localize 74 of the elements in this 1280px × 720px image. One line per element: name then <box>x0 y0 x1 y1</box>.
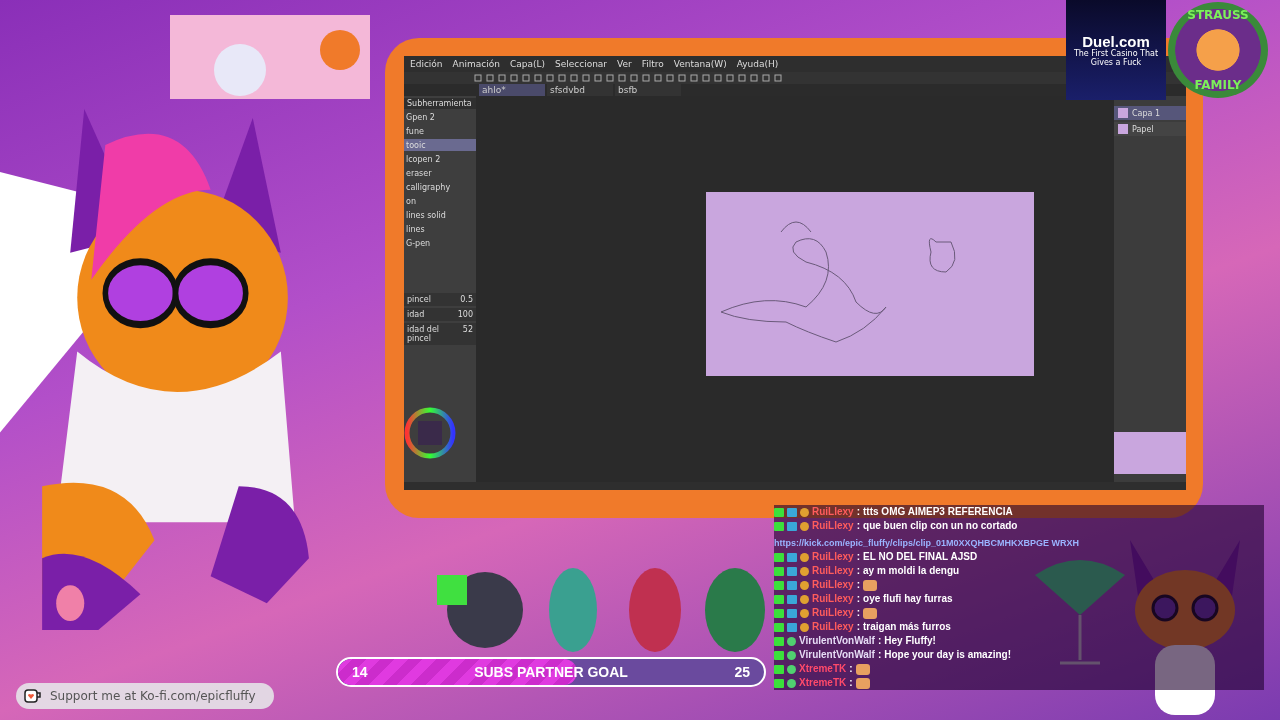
brush-item[interactable]: lines <box>404 223 476 235</box>
chat-username[interactable]: RuiLlexy <box>812 578 854 592</box>
emote-icon <box>855 663 870 675</box>
chat-username[interactable]: XtremeTK <box>799 662 847 676</box>
chat-separator: : <box>856 592 861 606</box>
chat-separator: : <box>856 620 861 634</box>
brush-item[interactable]: fune <box>404 125 476 137</box>
emote-icon <box>855 677 870 689</box>
chat-username[interactable]: XtremeTK <box>799 676 847 690</box>
emblem-text: FAMILY <box>1194 78 1242 92</box>
brush-item[interactable]: lines solid <box>404 209 476 221</box>
chat-username[interactable]: RuiLlexy <box>812 519 854 533</box>
cup-icon <box>24 688 42 704</box>
chat-separator: : <box>849 662 853 676</box>
brush-item[interactable]: on <box>404 195 476 207</box>
chat-username[interactable]: RuiLlexy <box>812 564 854 578</box>
chat-separator: : <box>877 634 882 648</box>
chat-message: Hey Fluffy! <box>884 634 936 648</box>
chat-separator: : <box>856 519 861 533</box>
goal-target: 25 <box>734 664 750 680</box>
chat-username[interactable]: VirulentVonWalf <box>799 648 875 662</box>
chat-separator: : <box>877 648 882 662</box>
brush-item[interactable]: lcopen 2 <box>404 153 476 165</box>
chat-message: ay m moldi la dengu <box>863 564 960 578</box>
chat-separator: : <box>856 564 861 578</box>
chat-username[interactable]: RuiLlexy <box>812 592 854 606</box>
brush-item[interactable]: eraser <box>404 167 476 179</box>
document-tab[interactable]: ahlo* <box>479 84 545 96</box>
chat-separator: : <box>856 505 861 519</box>
property-row[interactable]: idad del pincel 52 <box>404 323 476 345</box>
chat-username[interactable]: VirulentVonWalf <box>799 634 875 648</box>
menu-item[interactable]: Seleccionar <box>554 59 608 69</box>
chat-separator: : <box>849 676 853 690</box>
brush-item[interactable]: G-pen <box>404 237 476 249</box>
chat-message: oye flufi hay furras <box>863 592 953 606</box>
chat-username[interactable]: RuiLlexy <box>812 550 854 564</box>
navigator-preview <box>1114 432 1186 474</box>
chat-message: que buen clip con un no cortado <box>863 519 1018 533</box>
chat-separator: : <box>856 606 861 620</box>
property-row[interactable]: idad 100 <box>404 308 476 321</box>
layer-item[interactable]: Capa 1 <box>1114 106 1186 120</box>
goal-current: 14 <box>352 664 368 680</box>
document-tab[interactable]: bsfb <box>615 84 681 96</box>
chat-link[interactable]: https://kick.com/epic_fluffy/clips/clip_01M0XXQHBCMHKXBPGE WRXH <box>774 536 1264 550</box>
layer-item[interactable]: Papel <box>1114 122 1186 136</box>
chat-message: EL NO DEL FINAL AJSD <box>863 550 978 564</box>
menu-item[interactable]: Ver <box>617 59 632 69</box>
color-wheel-icon[interactable] <box>404 407 456 459</box>
menu-item[interactable]: Capa(L) <box>509 59 545 69</box>
menu-item[interactable]: Filtro <box>641 59 664 69</box>
sponsor-tagline: The First Casino That Gives a Fuck <box>1072 49 1160 68</box>
chat-separator: : <box>856 550 861 564</box>
menu-item[interactable]: Edición <box>410 59 443 69</box>
menu-item[interactable]: Animación <box>452 59 500 69</box>
document-tab[interactable]: sfsdvbd <box>547 84 613 96</box>
chat-message: traigan más furros <box>863 620 951 634</box>
panel-title: Subherramienta <box>404 98 476 109</box>
brush-item[interactable]: calligraphy <box>404 181 476 193</box>
chat-username[interactable]: RuiLlexy <box>812 606 854 620</box>
property-row[interactable]: pincel 0.5 <box>404 293 476 306</box>
sponsor-name: Duel.com <box>1082 32 1150 50</box>
brush-item[interactable]: Gpen 2 <box>404 111 476 123</box>
brush-item[interactable]: tooic <box>404 139 476 151</box>
chat-separator: : <box>856 578 861 592</box>
chat-message: ttts OMG AIMEP3 REFERENCIA <box>863 505 1013 519</box>
emblem-text: STRAUSS <box>1187 8 1249 22</box>
emote-icon <box>863 607 878 619</box>
menu-item[interactable]: Ventana(W) <box>673 59 727 69</box>
emote-icon <box>863 579 878 591</box>
kofi-text[interactable]: Support me at Ko-fi.com/epicfluffy <box>50 689 256 703</box>
chat-username[interactable]: RuiLlexy <box>812 620 854 634</box>
chat-message: Hope your day is amazing! <box>884 648 1011 662</box>
goal-title: SUBS PARTNER GOAL <box>474 664 628 680</box>
menu-item[interactable]: Ayuda(H) <box>736 59 779 69</box>
